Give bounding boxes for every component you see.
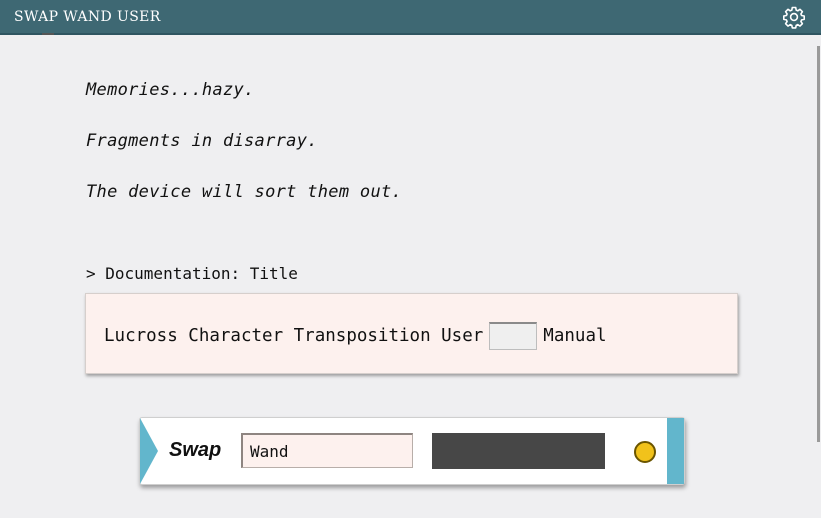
text-cursor	[42, 33, 54, 35]
intro-line-3: The device will sort them out.	[86, 182, 403, 202]
wand-display	[432, 433, 605, 469]
documentation-title-box: Lucross Character Transposition User Man…	[85, 293, 738, 374]
wand-input[interactable]	[241, 433, 413, 468]
swap-wand: Swap	[139, 417, 685, 485]
scrollbar[interactable]	[817, 46, 820, 442]
title-text-after: Manual	[543, 326, 607, 346]
title-letter-slot[interactable]	[489, 322, 538, 350]
status-indicator-light	[634, 441, 656, 463]
gear-icon[interactable]	[782, 5, 806, 29]
wand-tip	[140, 418, 158, 484]
wand-end	[667, 418, 684, 484]
intro-line-2: Fragments in disarray.	[86, 131, 318, 151]
documentation-title: Lucross Character Transposition User Man…	[104, 322, 607, 350]
documentation-label: > Documentation: Title	[86, 264, 298, 283]
intro-line-1: Memories...hazy.	[86, 80, 255, 100]
wand-label: Swap	[169, 439, 222, 461]
title-bar: SWAP WAND USER	[0, 0, 821, 35]
app-title: SWAP WAND USER	[14, 9, 161, 25]
title-text-before: Lucross Character Transposition User	[104, 326, 484, 346]
